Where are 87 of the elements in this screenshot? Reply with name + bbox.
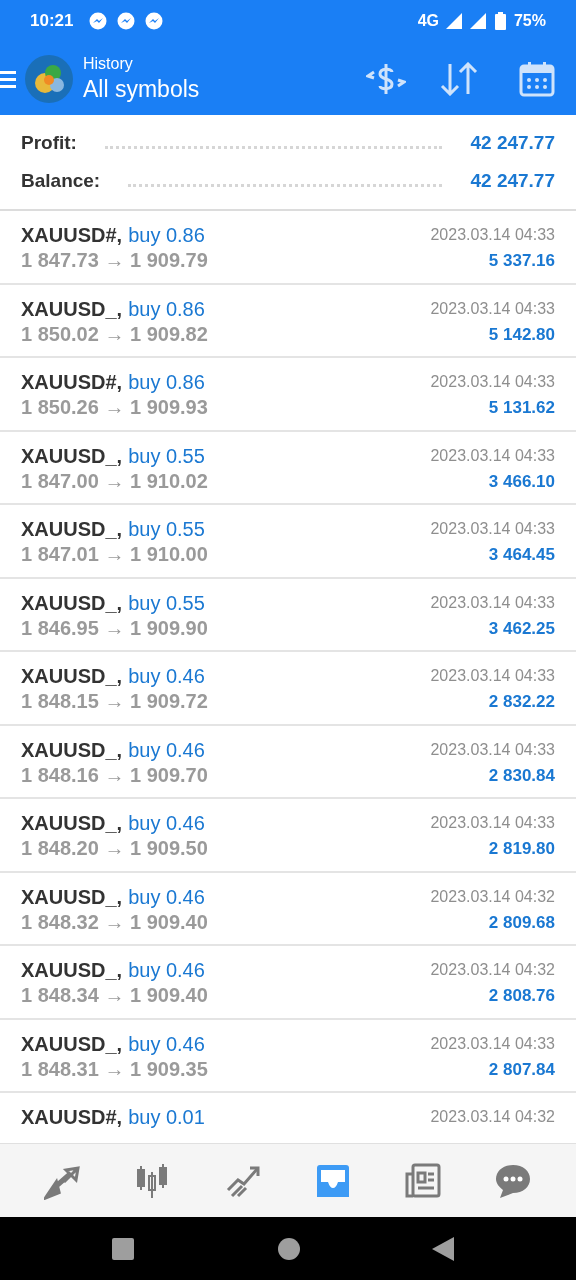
deal-symbol: XAUUSD_,	[21, 664, 123, 689]
deal-prices: 1 848.34 → 1 909.40	[21, 983, 208, 1008]
deal-symbol: XAUUSD_,	[21, 958, 123, 983]
deal-profit: 5 131.62	[488, 397, 555, 419]
deal-time: 2023.03.14 04:33	[430, 813, 555, 833]
recents-button[interactable]	[112, 1237, 134, 1260]
deal-prices: 1 850.26 → 1 909.93	[21, 395, 208, 420]
deal-type: buy 0.46	[128, 737, 205, 763]
deal-symbol: XAUUSD_,	[21, 443, 123, 469]
deal-prices: 1 848.16 → 1 909.70	[21, 762, 208, 788]
deal-time: 2023.03.14 04:33	[430, 666, 555, 686]
deal-time: 2023.03.14 04:33	[430, 592, 555, 613]
deal-time: 2023.03.14 04:33	[430, 1033, 555, 1054]
newspaper-icon[interactable]	[404, 1161, 442, 1200]
deal-prices: 1 848.31 → 1 909.35	[21, 1056, 208, 1082]
deal-symbol: XAUUSD_,	[21, 737, 123, 763]
deal-type: buy 0.46	[128, 664, 205, 689]
screen-subtitle: History	[83, 53, 134, 74]
deal-symbol: XAUUSD_,	[21, 296, 123, 322]
summary-label: Balance:	[21, 168, 101, 193]
deal-type: buy 0.01	[128, 1105, 205, 1130]
deal-prices: 1 847.00 → 1 910.02	[21, 468, 208, 494]
deal-type: buy 0.46	[128, 1031, 205, 1057]
deal-profit: 3 464.45	[488, 544, 555, 566]
deal-time: 2023.03.14 04:33	[430, 739, 555, 760]
deal-prices: 1 850.02 → 1 909.82	[21, 321, 208, 347]
deal-profit: 5 142.80	[488, 323, 555, 346]
deal-symbol: XAUUSD#,	[21, 1105, 123, 1130]
deal-time: 2023.03.14 04:33	[430, 298, 555, 319]
deal-prices: 1 848.15 → 1 909.72	[21, 689, 208, 714]
deal-time: 2023.03.14 04:33	[430, 519, 555, 539]
summary-label: Profit:	[21, 130, 77, 155]
deal-profit: 2 808.76	[488, 985, 555, 1007]
messenger-icon	[89, 12, 108, 30]
deal-profit: 2 832.22	[488, 691, 555, 713]
deal-prices: 1 846.95 → 1 909.90	[21, 615, 208, 641]
deal-time: 2023.03.14 04:33	[430, 372, 555, 392]
deal-profit: 2 807.84	[488, 1058, 555, 1081]
deal-symbol: XAUUSD_,	[21, 811, 123, 836]
messenger-icon	[145, 12, 164, 30]
deal-time: 2023.03.14 04:32	[430, 886, 555, 907]
status-time: 10:21	[30, 10, 74, 33]
deal-profit: 3 466.10	[488, 470, 555, 493]
deal-type: buy 0.86	[128, 370, 205, 395]
deal-type: buy 0.46	[128, 958, 205, 983]
deal-type: buy 0.46	[128, 811, 205, 836]
deal-type: buy 0.55	[128, 443, 205, 469]
currency-exchange-icon[interactable]	[366, 61, 406, 96]
deal-symbol: XAUUSD#,	[21, 223, 123, 248]
deal-type: buy 0.55	[128, 517, 205, 542]
deal-symbol: XAUUSD_,	[21, 1031, 123, 1057]
deal-prices: 1 847.73 → 1 909.79	[21, 248, 208, 273]
deal-profit: 2 819.80	[488, 838, 555, 860]
deal-symbol: XAUUSD_,	[21, 590, 123, 616]
app-logo-icon	[25, 54, 73, 103]
battery-level: 75%	[513, 11, 546, 31]
deal-symbol: XAUUSD_,	[21, 884, 123, 910]
calendar-icon[interactable]	[519, 60, 555, 97]
deal-profit: 5 337.16	[488, 250, 555, 272]
signal-icon	[444, 13, 463, 29]
menu-icon[interactable]	[0, 68, 16, 89]
deal-type: buy 0.86	[128, 296, 205, 322]
deal-type: buy 0.46	[128, 884, 205, 910]
battery-icon	[494, 12, 506, 30]
deal-time: 2023.03.14 04:33	[430, 445, 555, 466]
deal-type: buy 0.86	[128, 223, 205, 248]
deal-time: 2023.03.14 04:32	[430, 960, 555, 980]
deal-symbol: XAUUSD#,	[21, 370, 123, 395]
network-type: 4G	[417, 11, 439, 31]
deal-profit: 2 830.84	[488, 764, 555, 787]
messenger-icon	[117, 12, 136, 30]
screen-title: All symbols	[83, 74, 200, 104]
deal-time: 2023.03.14 04:32	[430, 1107, 555, 1127]
home-button[interactable]	[278, 1237, 300, 1260]
deal-symbol: XAUUSD_,	[21, 517, 123, 542]
deal-profit: 3 462.25	[488, 617, 555, 640]
deal-prices: 1 847.01 → 1 910.00	[21, 542, 208, 567]
deal-prices: 1 848.20 → 1 909.50	[21, 836, 208, 861]
deal-prices: 1 848.32 → 1 909.40	[21, 909, 208, 935]
deal-profit: 2 809.68	[488, 911, 555, 934]
signal-icon	[468, 13, 487, 29]
summary-value: 42 247.77	[470, 168, 555, 193]
deal-type: buy 0.55	[128, 590, 205, 616]
summary-value: 42 247.77	[470, 130, 555, 155]
sort-icon[interactable]	[440, 61, 478, 96]
deal-time: 2023.03.14 04:33	[430, 225, 555, 245]
back-button[interactable]	[432, 1236, 454, 1261]
